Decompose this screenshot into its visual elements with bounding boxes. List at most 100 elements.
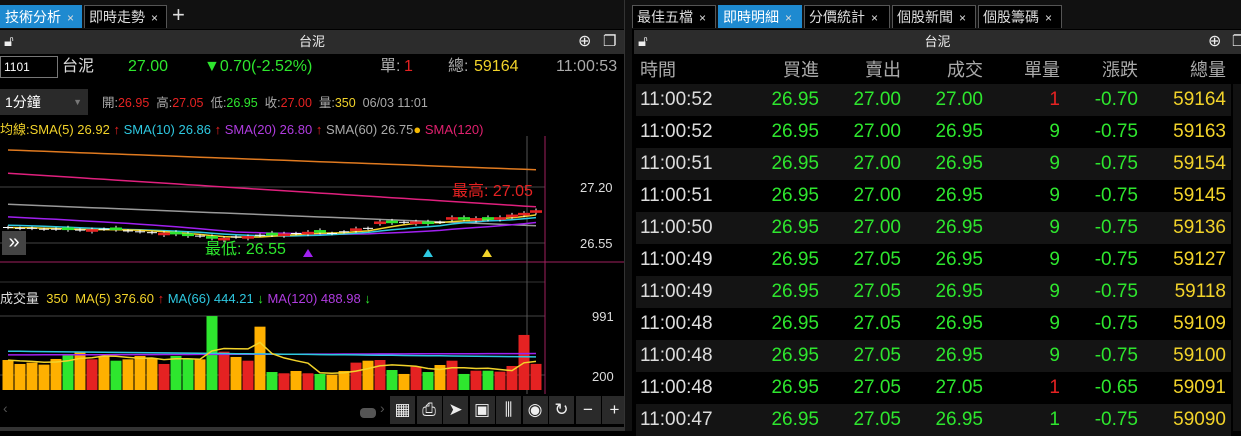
lock-icon[interactable]: 🔓︎ (638, 30, 648, 54)
price-tick: 27.20 (580, 180, 613, 195)
candle-body (422, 221, 434, 225)
cell-單量: 9 (1049, 281, 1060, 302)
cell-時間: 11:00:48 (640, 377, 713, 398)
cell-買進: 26.95 (771, 89, 819, 110)
close-icon[interactable]: × (1045, 11, 1052, 25)
volume-legend-value: 350 (46, 291, 68, 306)
vol-ma5-label: MA(5) 376.60 (75, 291, 154, 306)
cell-總量: 59118 (1174, 281, 1226, 302)
tab-2[interactable]: 分價統計 × (804, 5, 890, 28)
ticks-table-header: 時間 買進 賣出 成交 單量 漲跌 總量 (636, 56, 1231, 84)
cell-漲跌: -0.75 (1094, 409, 1138, 430)
panel-splitter[interactable] (624, 0, 632, 431)
cell-買進: 26.95 (771, 121, 819, 142)
volume-bar (326, 374, 338, 390)
lock-icon[interactable]: 🔓︎ (4, 30, 14, 54)
toolbar-button[interactable]: ⎙ (416, 396, 442, 424)
toolbar-button[interactable]: ➤ (443, 396, 468, 424)
expand-sidebar-icon[interactable]: » (2, 231, 26, 255)
table-row[interactable]: 11:00:48 26.95 27.05 26.95 9 -0.75 59100 (636, 340, 1231, 372)
cell-賣出: 27.00 (853, 185, 901, 206)
up-arrow-icon: ↑ (214, 122, 222, 137)
close-icon[interactable]: × (151, 11, 158, 25)
tab-3[interactable]: 個股新聞 × (892, 5, 976, 28)
toolbar-button[interactable]: ▦ (390, 396, 415, 424)
restore-window-icon[interactable]: ❐ (1232, 30, 1241, 54)
bar-datetime: 06/03 11:01 (362, 96, 428, 110)
tab-0[interactable]: 最佳五檔 × (632, 5, 716, 28)
table-row[interactable]: 11:00:50 26.95 27.00 26.95 9 -0.75 59136 (636, 212, 1231, 244)
table-row[interactable]: 11:00:49 26.95 27.05 26.95 9 -0.75 59127 (636, 244, 1231, 276)
candle-body (62, 227, 74, 231)
vertical-scrollbar[interactable] (1233, 84, 1241, 431)
cell-漲跌: -0.75 (1094, 153, 1138, 174)
cell-總量: 59145 (1173, 185, 1226, 206)
signal-triangle (423, 249, 433, 257)
volume-bar (146, 357, 158, 390)
table-row[interactable]: 11:00:48 26.95 27.05 26.95 9 -0.75 59109 (636, 308, 1231, 340)
tab-technical-analysis[interactable]: 技術分析 × (0, 5, 82, 28)
volume-value: 350 (334, 96, 356, 110)
cell-時間: 11:00:51 (640, 185, 713, 206)
toolbar-button[interactable]: ◉ (522, 396, 548, 424)
cell-單量: 9 (1049, 185, 1060, 206)
tab-4[interactable]: 個股籌碼 × (978, 5, 1062, 28)
candle-body (110, 227, 122, 231)
table-row[interactable]: 11:00:51 26.95 27.00 26.95 9 -0.75 59145 (636, 180, 1231, 212)
single-label: 單: (380, 58, 401, 75)
table-row[interactable]: 11:00:51 26.95 27.00 26.95 9 -0.75 59154 (636, 148, 1231, 180)
close-icon[interactable]: × (871, 11, 878, 25)
toolbar-button[interactable]: ⫼ (496, 396, 521, 424)
quote-time: 11:00:53 (556, 58, 618, 75)
tab-realtime-trend[interactable]: 即時走勢 × (84, 5, 167, 28)
candle-body (170, 231, 182, 235)
right-tab-bar: 最佳五檔 × 即時明細 × 分價統計 × 個股新聞 × 個股籌碼 × (632, 0, 1241, 29)
candle-body (302, 231, 314, 235)
tab-1[interactable]: 即時明細 × (718, 5, 802, 28)
add-tab-button[interactable]: + (172, 2, 185, 28)
toolbar-button[interactable]: − (575, 396, 601, 424)
cell-單量: 1 (1049, 377, 1060, 398)
cell-漲跌: -0.75 (1094, 249, 1138, 270)
close-icon[interactable]: × (67, 11, 74, 25)
close-icon[interactable]: × (785, 11, 792, 25)
table-row[interactable]: 11:00:52 26.95 27.00 27.00 1 -0.70 59164 (636, 84, 1231, 116)
left-title-bar: 🔓︎ 台泥 ⊕ ❐ (0, 30, 624, 54)
sma5-label: SMA(5) 26.92 (29, 122, 110, 137)
horizontal-scrollbar[interactable]: ‹ › (0, 394, 390, 424)
volume-bar (350, 362, 362, 390)
stock-code-input[interactable]: 1101 (0, 56, 58, 78)
volume-bar (530, 363, 542, 390)
cell-賣出: 27.05 (853, 281, 901, 302)
scroll-right-icon[interactable]: › (380, 400, 385, 416)
add-circle-icon[interactable]: ⊕ (1208, 30, 1221, 54)
scroll-left-icon[interactable]: ‹ (3, 400, 8, 416)
table-row[interactable]: 11:00:48 26.95 27.05 27.05 1 -0.65 59091 (636, 372, 1231, 404)
candle-body (86, 229, 98, 232)
add-circle-icon[interactable]: ⊕ (578, 30, 591, 54)
table-row[interactable]: 11:00:49 26.95 27.05 26.95 9 -0.75 59118 (636, 276, 1231, 308)
sma60-line (7, 203, 537, 227)
close-icon[interactable]: × (699, 11, 706, 25)
dot-icon: ● (413, 122, 422, 137)
toolbar-button[interactable]: ▣ (469, 396, 495, 424)
cell-總量: 59154 (1173, 153, 1226, 174)
candle-body (206, 236, 218, 239)
candle-body (446, 217, 458, 220)
close-icon[interactable]: × (959, 11, 966, 25)
right-title-bar: 🔓︎ 台泥 ⊕ ❐ (634, 30, 1241, 54)
price-volume-chart[interactable]: 最高: 27.05 最低: 26.55 27.20 26.55 991 200 (0, 136, 624, 394)
volume-bar (374, 360, 386, 390)
table-row[interactable]: 11:00:47 26.95 27.05 26.95 1 -0.75 59090 (636, 404, 1231, 436)
restore-window-icon[interactable]: ❐ (603, 30, 616, 54)
volume-tick: 991 (592, 309, 614, 324)
interval-select[interactable]: 1分鐘 ▼ (0, 89, 88, 115)
toolbar-button[interactable]: ↻ (549, 396, 574, 424)
column-header: 總量 (1190, 60, 1226, 80)
volume-bar (482, 370, 494, 390)
table-row[interactable]: 11:00:52 26.95 27.00 26.95 9 -0.75 59163 (636, 116, 1231, 148)
stock-name: 台泥 (62, 58, 95, 75)
candle-body (530, 210, 542, 213)
volume-bar (422, 372, 434, 390)
scroll-thumb[interactable] (360, 408, 376, 418)
